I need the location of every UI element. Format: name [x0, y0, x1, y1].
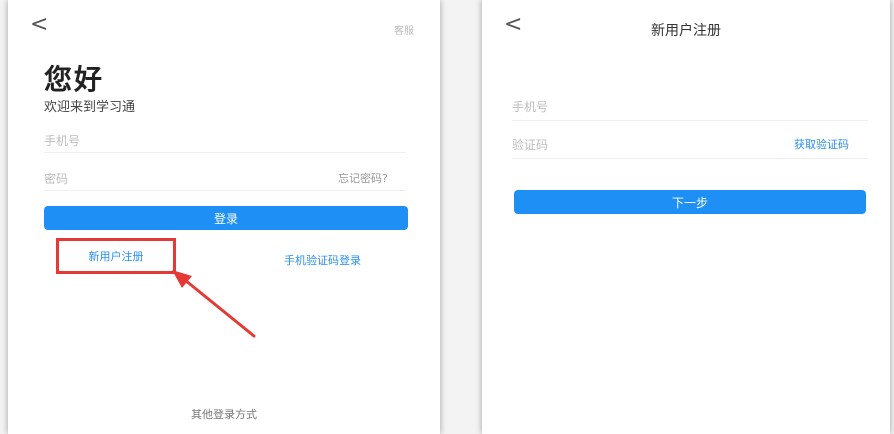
- login-button[interactable]: 登录: [44, 206, 408, 230]
- code-input-underline: [512, 158, 868, 159]
- arrow-annotation-icon: [172, 270, 256, 338]
- other-login-methods[interactable]: 其他登录方式: [8, 406, 440, 422]
- customer-service-link[interactable]: 客服: [394, 22, 414, 37]
- password-input[interactable]: 密码: [44, 170, 68, 187]
- phone-input-underline: [44, 152, 406, 153]
- register-screen: < 新用户注册 手机号 验证码 获取验证码 下一步: [482, 0, 890, 434]
- get-code-link[interactable]: 获取验证码: [794, 136, 849, 152]
- phone-input[interactable]: 手机号: [512, 98, 548, 115]
- welcome-subtitle: 欢迎来到学习通: [44, 100, 136, 115]
- phone-input-underline: [512, 120, 868, 121]
- login-screen: < 客服 您好 欢迎来到学习通 手机号 密码 忘记密码? 登录 新用户注册 手机…: [8, 0, 440, 434]
- sms-login-link[interactable]: 手机验证码登录: [284, 252, 361, 268]
- back-button[interactable]: <: [30, 14, 48, 36]
- forgot-password-link[interactable]: 忘记密码?: [338, 170, 388, 186]
- page-title: 新用户注册: [651, 23, 721, 39]
- greeting-title: 您好: [44, 63, 105, 96]
- password-input-underline: [44, 190, 406, 191]
- code-input[interactable]: 验证码: [512, 136, 548, 153]
- phone-input[interactable]: 手机号: [44, 132, 406, 149]
- next-button[interactable]: 下一步: [514, 190, 866, 214]
- register-link[interactable]: 新用户注册: [89, 248, 144, 264]
